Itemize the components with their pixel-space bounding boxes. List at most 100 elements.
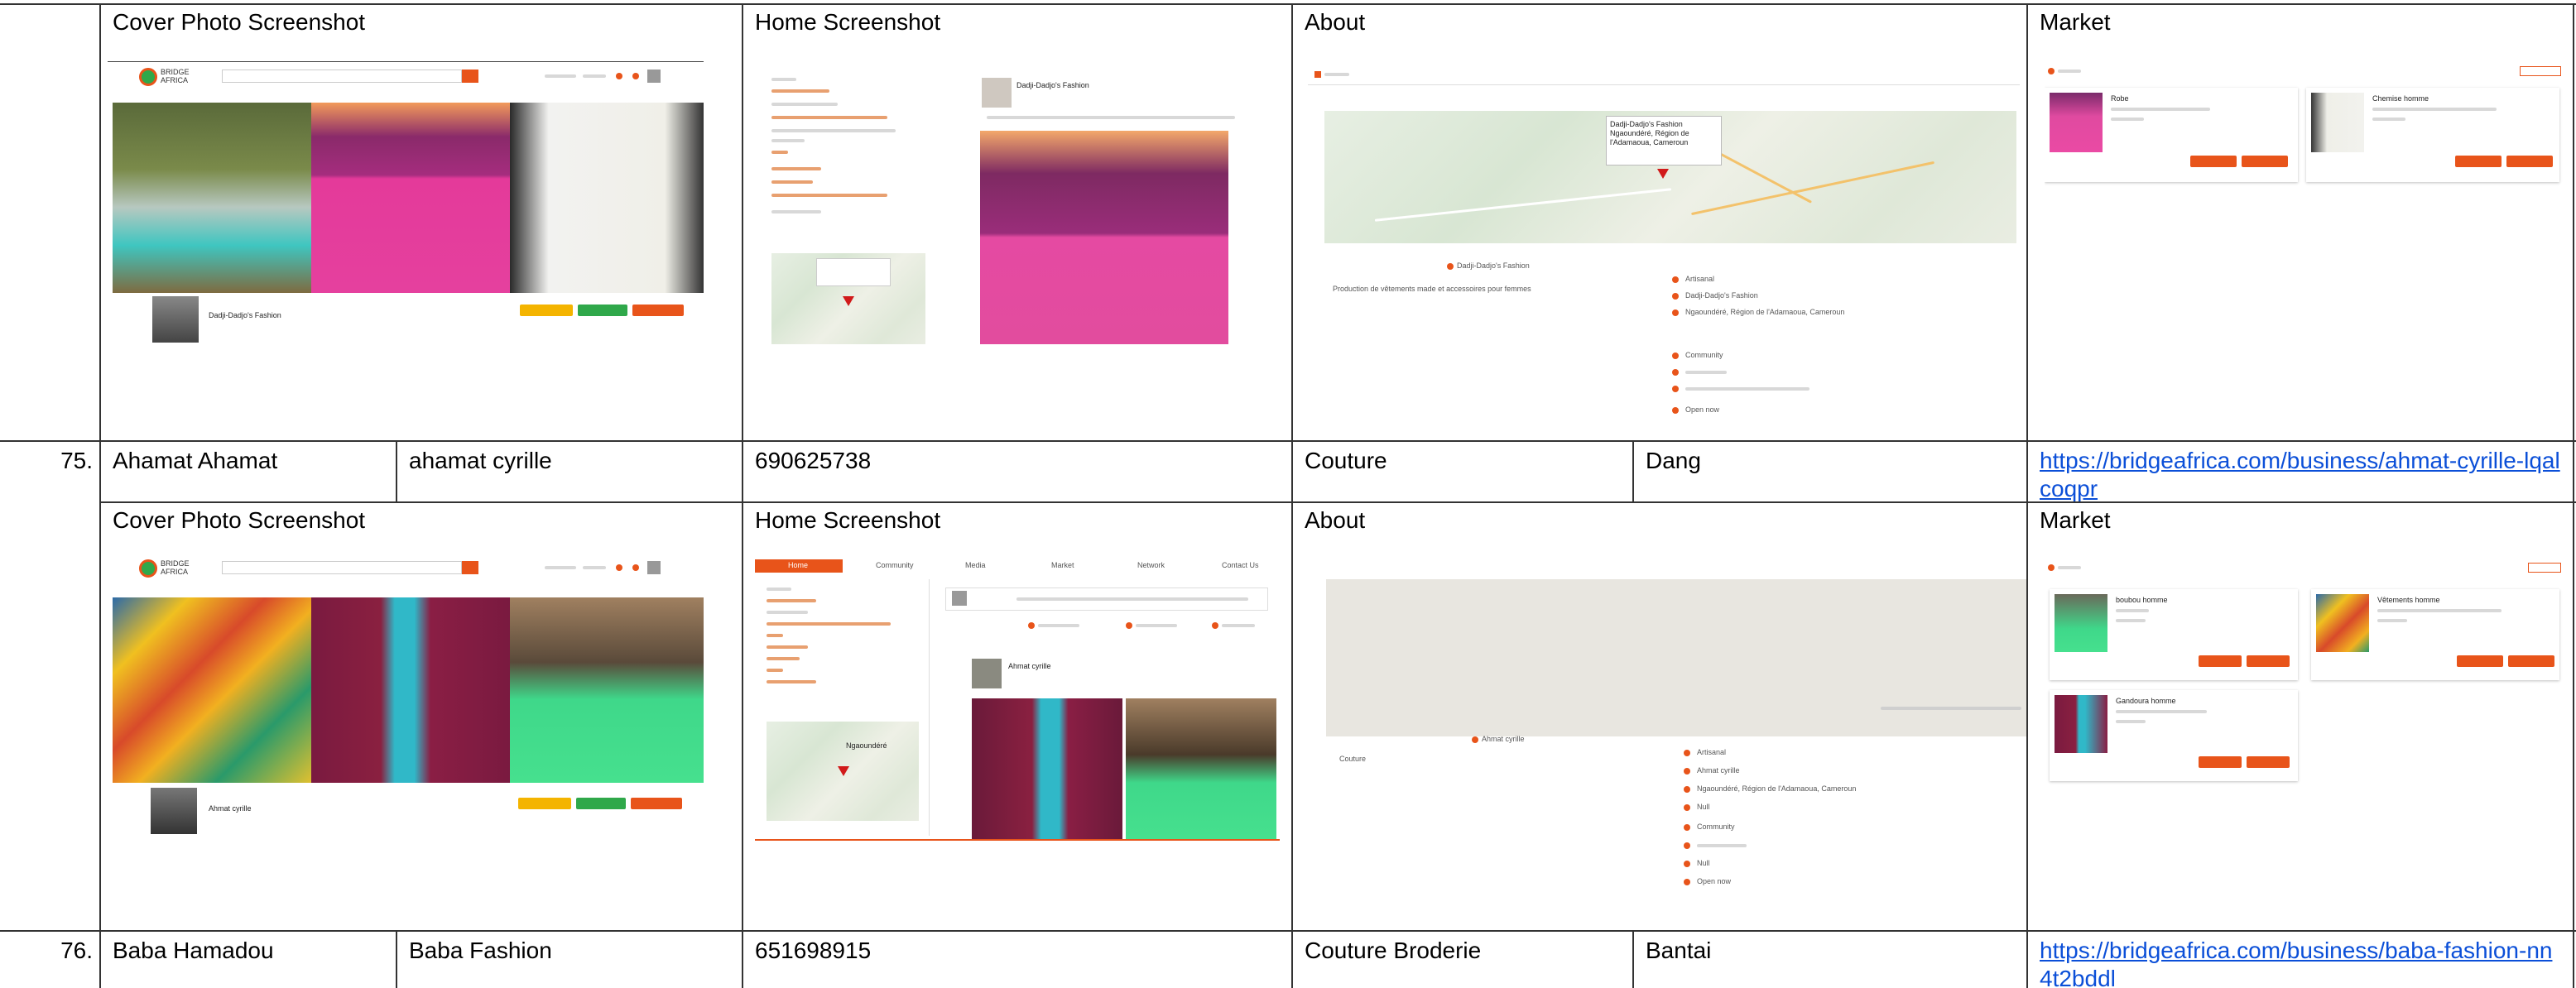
sidebar-line	[771, 194, 887, 197]
view-button[interactable]	[2247, 756, 2290, 768]
video-action[interactable]	[1222, 624, 1255, 627]
product-desc	[2116, 609, 2149, 612]
view-button[interactable]	[2247, 655, 2290, 667]
post-caption	[987, 116, 1235, 119]
product-name: Robe	[2111, 94, 2129, 103]
sidebar-line	[767, 669, 783, 672]
about-item: Community	[1685, 351, 1723, 359]
table-rule	[1291, 3, 1293, 988]
business-link[interactable]: https://bridgeafrica.com/business/ahmat-…	[2028, 444, 2573, 506]
post-image	[972, 698, 1122, 839]
buy-button[interactable]	[2199, 655, 2242, 667]
sidebar-line	[767, 680, 816, 683]
avatar[interactable]	[647, 70, 661, 83]
header-home: Home Screenshot	[755, 507, 941, 533]
view-button[interactable]	[2508, 655, 2554, 667]
post-image	[1126, 698, 1276, 839]
logo-icon	[139, 68, 157, 86]
table-rule	[742, 3, 743, 988]
nav-link	[583, 566, 606, 569]
about-tab-icon	[1314, 71, 1321, 78]
market-tab-icon	[2048, 68, 2055, 74]
sidebar-line	[767, 657, 800, 660]
post-action[interactable]	[1038, 624, 1079, 627]
buy-button[interactable]	[2455, 156, 2502, 167]
search-input[interactable]	[222, 70, 462, 83]
about-name: Ahmat cyrille	[1482, 735, 1525, 743]
follow-button[interactable]	[518, 798, 571, 809]
header-cover: Cover Photo Screenshot	[113, 9, 366, 35]
logo-icon	[139, 559, 157, 578]
about-phone	[1697, 844, 1747, 847]
row-number: 75.	[60, 448, 93, 473]
post-image	[980, 131, 1228, 344]
map-attribution	[1881, 707, 2021, 710]
about-item: Open now	[1697, 877, 1732, 885]
message-icon[interactable]	[632, 73, 639, 79]
sidebar-divider	[929, 579, 930, 836]
cover-photo	[510, 103, 704, 293]
tab-home[interactable]: Home	[788, 561, 808, 570]
cover-photo	[113, 103, 311, 293]
message-button[interactable]	[578, 305, 627, 316]
contact-button[interactable]	[631, 798, 682, 809]
avatar[interactable]	[647, 561, 661, 574]
follow-button[interactable]	[520, 305, 573, 316]
business-link[interactable]: https://bridgeafrica.com/business/baba-f…	[2028, 933, 2573, 988]
business-name: Baba Fashion	[409, 938, 552, 963]
about-map	[1326, 579, 2026, 736]
buy-button[interactable]	[2190, 156, 2237, 167]
post-icon[interactable]	[1028, 622, 1035, 629]
profile-picture	[151, 788, 197, 834]
about-description: Couture	[1339, 755, 1367, 763]
sidebar-line	[771, 180, 813, 184]
info-icon	[1684, 804, 1690, 811]
search-icon[interactable]	[462, 561, 478, 574]
photo-action[interactable]	[1136, 624, 1177, 627]
notification-icon[interactable]	[616, 564, 622, 571]
about-tab-label	[1324, 73, 1349, 76]
tab-community[interactable]: Community	[876, 561, 914, 570]
product-price	[2116, 619, 2146, 622]
search-input[interactable]	[222, 561, 462, 574]
tab-network[interactable]: Network	[1137, 561, 1165, 570]
row-number: 76.	[60, 938, 93, 963]
add-product-button[interactable]	[2528, 563, 2561, 573]
photo-icon[interactable]	[1126, 622, 1132, 629]
product-image	[2055, 695, 2107, 753]
about-description: Production de vêtements made et accessoi…	[1333, 285, 1531, 293]
composer-placeholder[interactable]	[1016, 597, 1248, 601]
tab-rule	[1308, 84, 2020, 85]
about-item: Dadji-Dadjo's Fashion	[1685, 291, 1758, 300]
phone-icon	[1672, 369, 1679, 376]
video-icon[interactable]	[1212, 622, 1218, 629]
sidebar-line	[771, 167, 821, 170]
cover-photo	[311, 103, 510, 293]
add-product-button[interactable]	[2520, 66, 2561, 76]
sidebar-line	[771, 89, 829, 93]
view-button[interactable]	[2242, 156, 2288, 167]
view-button[interactable]	[2506, 156, 2553, 167]
clock-icon	[1672, 407, 1679, 414]
message-icon[interactable]	[632, 564, 639, 571]
tab-market[interactable]: Market	[1051, 561, 1074, 570]
header-cover: Cover Photo Screenshot	[113, 507, 366, 533]
buy-button[interactable]	[2199, 756, 2242, 768]
contact-button[interactable]	[632, 305, 684, 316]
market-screenshot: boubou homme Vêtements homme Gandoura ho…	[2045, 559, 2569, 791]
message-button[interactable]	[576, 798, 626, 809]
notification-icon[interactable]	[616, 73, 622, 79]
buy-button[interactable]	[2457, 655, 2503, 667]
product-price	[2377, 619, 2407, 622]
about-name: Dadji-Dadjo's Fashion	[1457, 261, 1530, 270]
tab-media[interactable]: Media	[965, 561, 986, 570]
info-icon	[1672, 276, 1679, 283]
profile-picture	[152, 296, 199, 343]
search-icon[interactable]	[462, 70, 478, 83]
tab-contact[interactable]: Contact Us	[1222, 561, 1259, 570]
map-pin-icon	[843, 296, 854, 306]
about-item: Open now	[1685, 405, 1720, 414]
home-screenshot: Dadji-Dadjo's Fashion	[767, 66, 1280, 348]
product-desc	[2377, 609, 2502, 612]
nav-link	[545, 74, 576, 78]
